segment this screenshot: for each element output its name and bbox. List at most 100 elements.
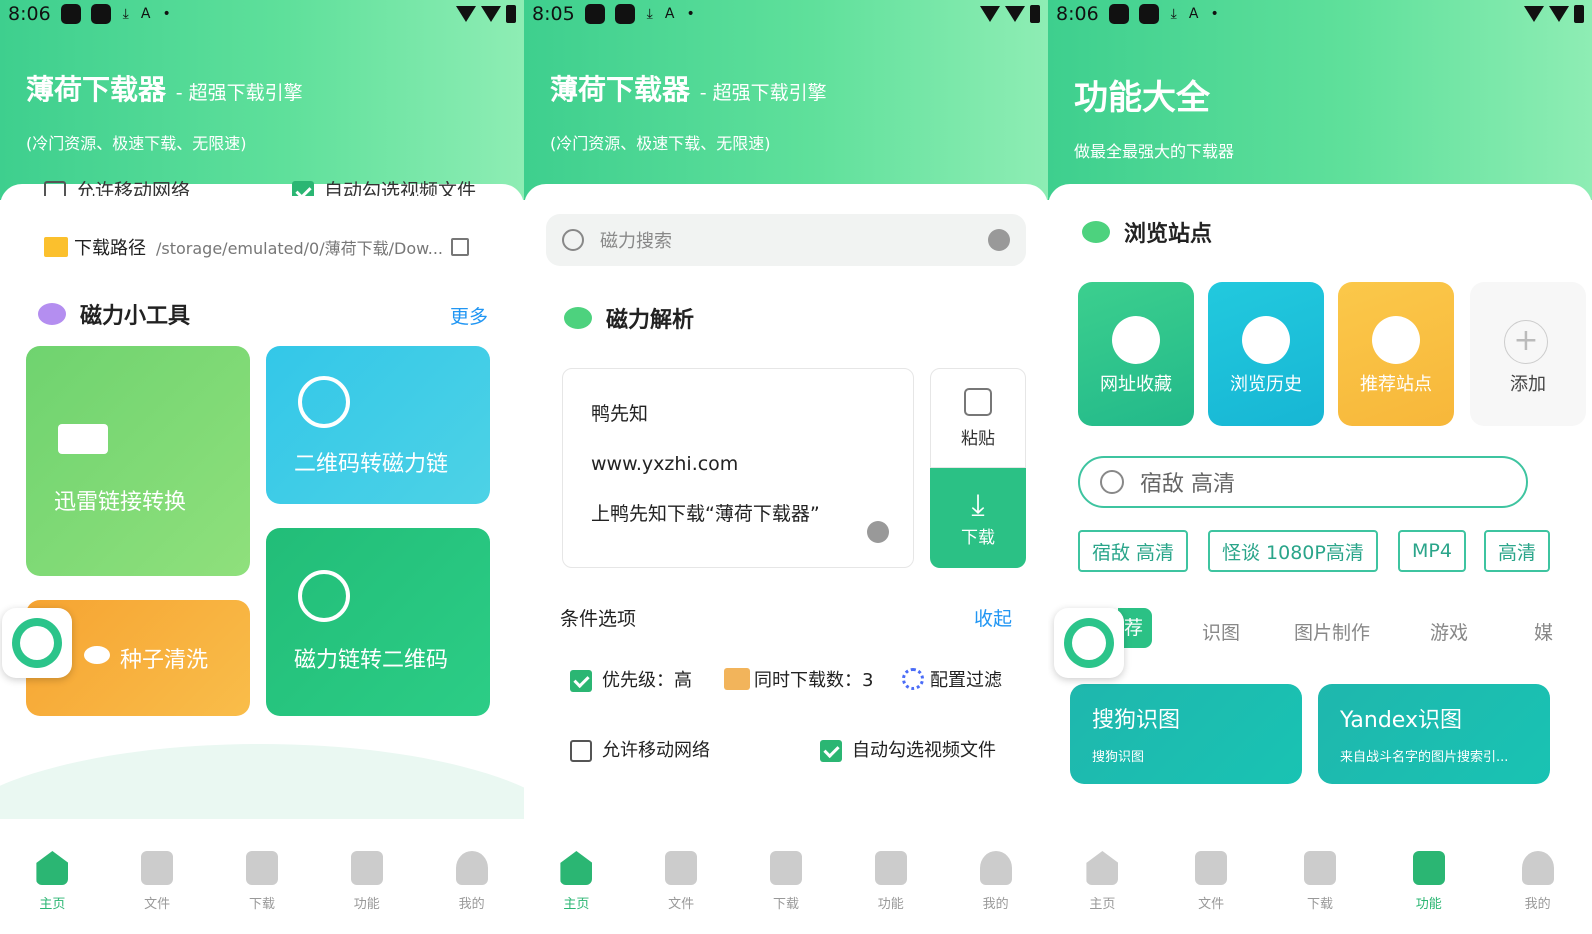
app-desc: (冷门资源、极速下载、无限速) — [550, 134, 771, 153]
priority-option[interactable]: 优先级：高 — [570, 666, 692, 692]
search-input[interactable]: 磁力搜索 — [546, 214, 1026, 266]
download-bars-icon — [245, 851, 278, 885]
section-dot-icon — [38, 303, 66, 325]
conditions-label: 条件选项 — [560, 608, 637, 630]
notification-icon — [614, 4, 635, 24]
parse-section-title: 磁力解析 — [564, 302, 694, 334]
nav-me[interactable]: 我的 — [432, 851, 512, 912]
user-icon — [455, 851, 488, 885]
site-search-input[interactable]: 宿敌 高清 — [1078, 456, 1528, 508]
download-status-icon: ⤓ — [122, 6, 129, 22]
nav-features[interactable]: 功能 — [1389, 851, 1469, 912]
download-path-row[interactable]: 下载路径 /storage/emulated/0/薄荷下载/Dow... — [44, 234, 484, 260]
nav-files[interactable]: 文件 — [117, 851, 197, 912]
hot-tag[interactable]: 怪谈 1080P高清 — [1208, 530, 1378, 572]
tile-qr-to-magnet[interactable]: 二维码转磁力链 — [266, 346, 490, 504]
section-dot-icon — [564, 307, 592, 329]
nav-download[interactable]: 下载 — [222, 851, 302, 912]
user-icon — [979, 851, 1012, 885]
nav-me[interactable]: 我的 — [956, 851, 1036, 912]
home-icon — [36, 851, 69, 885]
clear-icon[interactable] — [867, 521, 889, 543]
content-card: 磁力搜索 磁力解析 鸭先知 www.yxzhi.com 上鸭先知下载“薄荷下载器… — [524, 184, 1048, 824]
screen-magnet-parse: 8:05 ⤓ A • 薄荷下载器 - 超强下载引擎 (冷门资源、极速下载、无限速… — [524, 0, 1048, 934]
paste-icon — [964, 387, 992, 416]
section-dot-icon — [1082, 221, 1110, 243]
tile-magnet-to-qr[interactable]: 磁力链转二维码 — [266, 528, 490, 716]
tab-image-making[interactable]: 图片制作 — [1294, 618, 1370, 645]
nav-files[interactable]: 文件 — [1171, 851, 1251, 912]
bottom-nav: 主页 文件 下载 功能 我的 — [524, 819, 1048, 934]
floating-assistant-button[interactable] — [1054, 608, 1124, 678]
magnet-textarea[interactable]: 鸭先知 www.yxzhi.com 上鸭先知下载“薄荷下载器” — [562, 368, 914, 568]
edit-icon[interactable] — [451, 238, 469, 256]
allow-mobile-option[interactable]: 允许移动网络 — [570, 736, 710, 762]
status-bar: 8:06 ⤓ A • — [1048, 0, 1592, 28]
notification-icon — [90, 4, 111, 24]
tools-section-title: 磁力小工具 — [38, 298, 190, 330]
chat-icon — [874, 851, 907, 885]
nav-download[interactable]: 下载 — [746, 851, 826, 912]
file-icon — [1195, 851, 1228, 885]
download-button[interactable]: ⤓ 下载 — [930, 468, 1026, 568]
filter-option[interactable]: 配置过滤 — [902, 666, 1002, 692]
wifi-icon — [980, 6, 1000, 22]
wifi-icon — [1524, 6, 1544, 22]
auto-video-partial[interactable]: 自动勾选视频文件 — [292, 176, 476, 196]
video-camera-icon — [58, 424, 108, 454]
app-title: 薄荷下载器 - 超强下载引擎 — [26, 73, 303, 106]
site-bookmarks[interactable]: 网址收藏 — [1078, 282, 1194, 426]
download-status-icon: ⤓ — [646, 6, 653, 22]
allow-mobile-partial[interactable]: 允许移动网络 — [44, 176, 190, 196]
features-desc: 做最全最强大的下载器 — [1074, 142, 1235, 161]
tile-thunder-convert[interactable]: 迅雷链接转换 — [26, 346, 250, 576]
nav-features[interactable]: 功能 — [327, 851, 407, 912]
content-card: 浏览站点 网址收藏 浏览历史 推荐站点 + 添加 宿敌 高清 宿敌 高清 怪谈 … — [1048, 184, 1592, 824]
dot-icon: • — [686, 6, 695, 22]
hot-tag[interactable]: MP4 — [1398, 530, 1466, 572]
hot-tag[interactable]: 宿敌 高清 — [1078, 530, 1189, 572]
nav-download[interactable]: 下载 — [1280, 851, 1360, 912]
tab-image-recognition[interactable]: 识图 — [1202, 618, 1240, 645]
notification-icon — [584, 4, 605, 24]
card-sogou-image[interactable]: 搜狗识图 搜狗识图 — [1070, 684, 1302, 784]
screen-home-tools: 8:06 ⤓ A • 薄荷下载器 - 超强下载引擎 (冷门资源、极速下载、无限速… — [0, 0, 524, 934]
nav-home[interactable]: 主页 — [12, 851, 92, 912]
more-link[interactable]: 更多 — [450, 302, 488, 329]
floating-assistant-button[interactable] — [2, 608, 72, 678]
app-desc: (冷门资源、极速下载、无限速) — [26, 134, 247, 153]
site-add[interactable]: + 添加 — [1470, 282, 1586, 426]
clear-icon[interactable] — [988, 229, 1010, 251]
concurrent-option[interactable]: 同时下载数：3 — [724, 666, 873, 692]
content-card: 允许移动网络 自动勾选视频文件 下载路径 /storage/emulated/0… — [0, 180, 524, 934]
bottom-nav: 主页 文件 下载 功能 我的 — [1048, 819, 1592, 934]
features-title: 功能大全 — [1074, 78, 1210, 118]
browse-section-title: 浏览站点 — [1082, 216, 1212, 248]
nav-me[interactable]: 我的 — [1498, 851, 1578, 912]
collapse-link[interactable]: 收起 — [974, 604, 1012, 631]
tab-games[interactable]: 游戏 — [1430, 618, 1468, 645]
hot-tag[interactable]: 高清 — [1484, 530, 1551, 572]
filter-icon — [902, 668, 924, 690]
nav-files[interactable]: 文件 — [641, 851, 721, 912]
site-recommended[interactable]: 推荐站点 — [1338, 282, 1454, 426]
header-banner: 8:06 ⤓ A • 薄荷下载器 - 超强下载引擎 (冷门资源、极速下载、无限速… — [0, 0, 524, 200]
status-time: 8:06 — [8, 3, 51, 25]
tab-media[interactable]: 媒 — [1534, 618, 1553, 645]
battery-icon — [1574, 5, 1584, 23]
sim-icon: A — [140, 6, 151, 22]
seed-icon — [84, 646, 110, 664]
signal-icon — [1005, 6, 1025, 22]
card-yandex-image[interactable]: Yandex识图 来自战斗名字的图片搜索引... — [1318, 684, 1550, 784]
nav-home[interactable]: 主页 — [536, 851, 616, 912]
nav-features[interactable]: 功能 — [851, 851, 931, 912]
download-status-icon: ⤓ — [1170, 6, 1177, 22]
paste-button[interactable]: 粘贴 — [930, 368, 1026, 468]
plus-icon: + — [1504, 320, 1548, 364]
home-icon — [560, 851, 593, 885]
nav-home[interactable]: 主页 — [1062, 851, 1142, 912]
auto-video-option[interactable]: 自动勾选视频文件 — [820, 736, 996, 762]
chat-bubble-icon — [1372, 316, 1420, 364]
status-bar: 8:06 ⤓ A • — [0, 0, 524, 28]
site-history[interactable]: 浏览历史 — [1208, 282, 1324, 426]
